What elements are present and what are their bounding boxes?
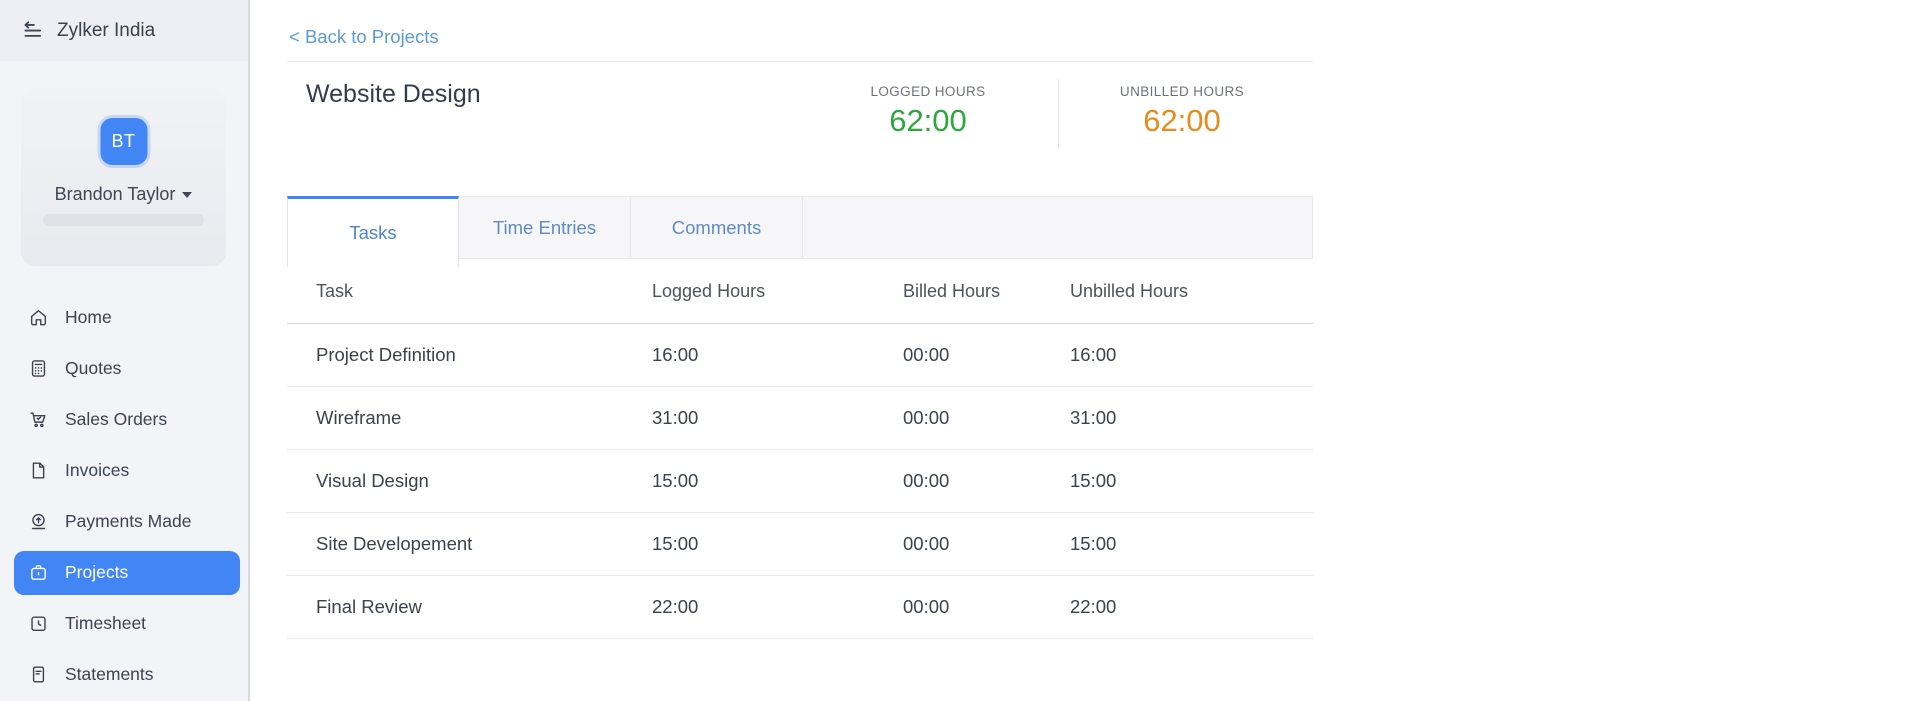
sidebar-collapse-icon[interactable] bbox=[20, 19, 44, 43]
sidebar-item-label: Home bbox=[65, 307, 112, 327]
sidebar-item-label: Sales Orders bbox=[65, 409, 168, 429]
column-header-billed-hours: Billed Hours bbox=[903, 280, 1001, 301]
sidebar-item-home[interactable]: Home bbox=[0, 292, 248, 343]
tab-label: Time Entries bbox=[492, 216, 597, 238]
user-menu[interactable]: Brandon Taylor bbox=[21, 184, 226, 205]
tab-bar: Tasks Time Entries Comments bbox=[287, 196, 1313, 267]
sidebar-item-payments-made[interactable]: Payments Made bbox=[0, 496, 248, 547]
logged-hours-cell: 15:00 bbox=[652, 533, 699, 554]
column-header-unbilled-hours: Unbilled Hours bbox=[1070, 280, 1189, 301]
sidebar-item-label: Projects bbox=[65, 562, 129, 582]
sales-orders-icon bbox=[28, 409, 49, 430]
tab-tasks[interactable]: Tasks bbox=[287, 196, 459, 267]
projects-icon bbox=[28, 562, 49, 583]
task-cell: Project Definition bbox=[316, 344, 456, 365]
tasks-table: Task Logged Hours Billed Hours Unbilled Hou… bbox=[287, 259, 1313, 639]
logged-hours-cell: 22:00 bbox=[652, 596, 699, 617]
table-row: Wireframe 31:00 00:00 31:00 bbox=[287, 387, 1313, 450]
logged-hours-value: 62:00 bbox=[889, 103, 967, 138]
task-cell: Final Review bbox=[316, 596, 422, 617]
sidebar-item-sales-orders[interactable]: Sales Orders bbox=[0, 394, 248, 445]
task-cell: Visual Design bbox=[316, 470, 429, 491]
sidebar-item-label: Payments Made bbox=[65, 511, 192, 531]
billed-hours-cell: 00:00 bbox=[903, 407, 950, 428]
sidebar-item-label: Statements bbox=[65, 664, 154, 684]
sidebar-item-quotes[interactable]: Quotes bbox=[0, 343, 248, 394]
logged-hours-cell: 16:00 bbox=[652, 344, 699, 365]
tab-time-entries[interactable]: Time Entries bbox=[459, 197, 631, 258]
table-row: Final Review 22:00 00:00 22:00 bbox=[287, 576, 1313, 639]
invoices-icon bbox=[28, 460, 49, 481]
user-card: BT Brandon Taylor bbox=[21, 88, 226, 266]
tab-label: Tasks bbox=[349, 222, 397, 243]
unbilled-hours-cell: 31:00 bbox=[1070, 407, 1117, 428]
billed-hours-cell: 00:00 bbox=[903, 344, 950, 365]
back-to-projects-link[interactable]: < Back to Projects bbox=[289, 26, 439, 48]
logged-hours-cell: 31:00 bbox=[652, 407, 699, 428]
table-row: Visual Design 15:00 00:00 15:00 bbox=[287, 450, 1313, 513]
column-header-logged-hours: Logged Hours bbox=[652, 280, 766, 301]
task-cell: Site Developement bbox=[316, 533, 473, 554]
timesheet-icon bbox=[28, 613, 49, 634]
logged-hours-cell: 15:00 bbox=[652, 470, 699, 491]
table-row: Project Definition 16:00 00:00 16:00 bbox=[287, 324, 1313, 387]
logged-hours-metric: LOGGED HOURS 62:00 bbox=[818, 84, 1038, 139]
unbilled-hours-value: 62:00 bbox=[1143, 103, 1221, 138]
home-icon bbox=[28, 307, 49, 328]
sidebar-item-label: Timesheet bbox=[65, 613, 147, 633]
unbilled-hours-label: UNBILLED HOURS bbox=[1119, 84, 1245, 99]
unbilled-hours-cell: 15:00 bbox=[1070, 470, 1117, 491]
sidebar-item-invoices[interactable]: Invoices bbox=[0, 445, 248, 496]
column-header-task: Task bbox=[316, 280, 354, 301]
payments-made-icon bbox=[28, 511, 49, 532]
sidebar-item-timesheet[interactable]: Timesheet bbox=[0, 598, 248, 649]
table-header-row: Task Logged Hours Billed Hours Unbilled Hou… bbox=[287, 259, 1313, 324]
billed-hours-cell: 00:00 bbox=[903, 533, 950, 554]
tab-comments[interactable]: Comments bbox=[631, 197, 803, 258]
app-window: Zylker India BT Brandon Taylor Home Quote… bbox=[0, 0, 1918, 701]
metric-divider bbox=[1058, 79, 1059, 149]
user-name: Brandon Taylor bbox=[54, 184, 176, 204]
table-row: Site Developement 15:00 00:00 15:00 bbox=[287, 513, 1313, 576]
avatar: BT bbox=[100, 118, 147, 165]
logged-hours-label: LOGGED HOURS bbox=[870, 84, 986, 99]
unbilled-hours-metric: UNBILLED HOURS 62:00 bbox=[1072, 84, 1292, 139]
sidebar-topbar: Zylker India bbox=[0, 0, 248, 61]
sidebar-item-projects[interactable]: Projects bbox=[14, 550, 240, 595]
sidebar-item-label: Invoices bbox=[65, 460, 130, 480]
header-divider bbox=[287, 61, 1313, 62]
sidebar-item-statements[interactable]: Statements bbox=[0, 649, 248, 700]
company-name: Zylker India bbox=[57, 19, 156, 41]
sidebar-item-label: Quotes bbox=[65, 358, 122, 378]
table-body: Project Definition 16:00 00:00 16:00 Wirefra… bbox=[287, 324, 1313, 639]
unbilled-hours-cell: 16:00 bbox=[1070, 344, 1117, 365]
unbilled-hours-cell: 22:00 bbox=[1070, 596, 1117, 617]
tab-label: Comments bbox=[671, 216, 762, 238]
sidebar: Zylker India BT Brandon Taylor Home Quote… bbox=[0, 0, 250, 701]
chevron-down-icon bbox=[182, 192, 193, 199]
statements-icon bbox=[28, 664, 49, 685]
task-cell: Wireframe bbox=[316, 407, 402, 428]
quotes-icon bbox=[28, 358, 49, 379]
user-card-placeholder-bar bbox=[43, 214, 204, 226]
page-title: Website Design bbox=[306, 80, 481, 108]
billed-hours-cell: 00:00 bbox=[903, 470, 950, 491]
unbilled-hours-cell: 15:00 bbox=[1070, 533, 1117, 554]
billed-hours-cell: 00:00 bbox=[903, 596, 950, 617]
sidebar-nav: Home Quotes Sales Orders Invoices Payments M… bbox=[0, 292, 248, 700]
